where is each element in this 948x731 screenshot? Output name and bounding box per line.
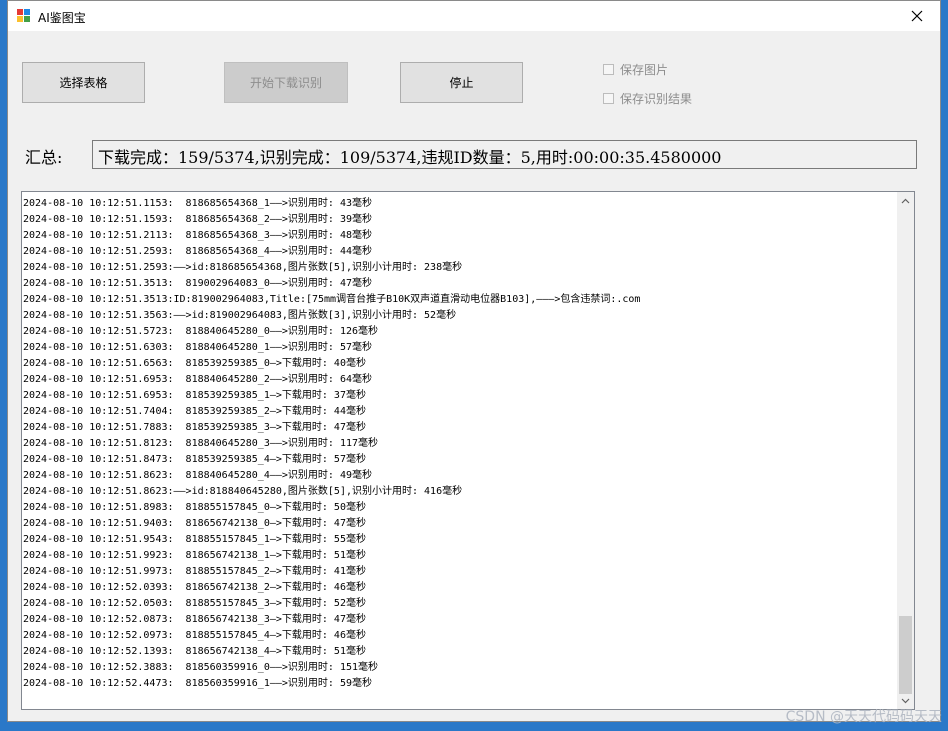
log-line: 2024-08-10 10:12:51.8623:——>id:818840645…	[23, 486, 463, 497]
title-bar: AI鉴图宝	[8, 1, 940, 31]
log-line: 2024-08-10 10:12:51.9973: 818855157845_2…	[23, 566, 366, 577]
log-line: 2024-08-10 10:12:51.7883: 818539259385_3…	[23, 422, 366, 433]
log-line: 2024-08-10 10:12:52.4473: 818560359916_1…	[23, 678, 372, 689]
log-line: 2024-08-10 10:12:51.2593:——>id:818685654…	[23, 262, 463, 273]
log-line: 2024-08-10 10:12:51.5723: 818840645280_0…	[23, 326, 379, 337]
log-line: 2024-08-10 10:12:51.6953: 818539259385_1…	[23, 390, 366, 401]
close-button[interactable]	[894, 1, 940, 31]
log-line: 2024-08-10 10:12:52.1393: 818656742138_4…	[23, 646, 366, 657]
log-line: 2024-08-10 10:12:51.8123: 818840645280_3…	[23, 438, 379, 449]
watermark: CSDN @天天代码码天天	[785, 709, 942, 725]
log-line: 2024-08-10 10:12:51.8473: 818539259385_4…	[23, 454, 366, 465]
log-line: 2024-08-10 10:12:51.9403: 818656742138_0…	[23, 518, 366, 529]
start-download-button[interactable]: 开始下载识别	[224, 62, 348, 103]
summary-textbox[interactable]: 下载完成：159/5374,识别完成：109/5374,违规ID数量：5,用时:…	[92, 140, 917, 169]
log-line: 2024-08-10 10:12:51.8623: 818840645280_4…	[23, 470, 372, 481]
log-line: 2024-08-10 10:12:51.1593: 818685654368_2…	[23, 214, 372, 225]
select-sheet-button[interactable]: 选择表格	[22, 62, 145, 103]
chevron-up-icon	[901, 198, 910, 203]
log-textarea[interactable]: 2024-08-10 10:12:51.1153: 818685654368_1…	[21, 191, 915, 710]
checkbox-box[interactable]	[603, 93, 614, 104]
vertical-scrollbar[interactable]	[897, 192, 914, 709]
window-title: AI鉴图宝	[38, 11, 86, 25]
log-line: 2024-08-10 10:12:51.9923: 818656742138_1…	[23, 550, 366, 561]
log-line: 2024-08-10 10:12:51.6303: 818840645280_1…	[23, 342, 372, 353]
close-icon	[911, 10, 923, 22]
log-line: 2024-08-10 10:12:51.3513: 819002964083_0…	[23, 278, 372, 289]
log-line: 2024-08-10 10:12:52.3883: 818560359916_0…	[23, 662, 379, 673]
save-images-label: 保存图片	[620, 63, 669, 77]
log-line: 2024-08-10 10:12:51.8983: 818855157845_0…	[23, 502, 366, 513]
log-line: 2024-08-10 10:12:51.6563: 818539259385_0…	[23, 358, 366, 369]
summary-label: 汇总:	[25, 148, 63, 167]
log-line: 2024-08-10 10:12:51.9543: 818855157845_1…	[23, 534, 366, 545]
log-line: 2024-08-10 10:12:52.0973: 818855157845_4…	[23, 630, 366, 641]
log-line: 2024-08-10 10:12:51.1153: 818685654368_1…	[23, 198, 372, 209]
stop-button[interactable]: 停止	[400, 62, 523, 103]
checkbox-box[interactable]	[603, 64, 614, 75]
save-images-checkbox[interactable]: 保存图片	[603, 61, 668, 78]
save-results-checkbox[interactable]: 保存识别结果	[603, 90, 692, 107]
log-line: 2024-08-10 10:12:52.0873: 818656742138_3…	[23, 614, 366, 625]
log-line: 2024-08-10 10:12:51.3513:ID:819002964083…	[23, 294, 641, 305]
log-line: 2024-08-10 10:12:52.0393: 818656742138_2…	[23, 582, 366, 593]
app-window: AI鉴图宝 选择表格 开始下载识别 停止 保存图片 保存识别结果 汇总: 下载完…	[7, 0, 941, 722]
scroll-up-button[interactable]	[897, 192, 914, 209]
log-line: 2024-08-10 10:12:51.2113: 818685654368_3…	[23, 230, 372, 241]
log-line: 2024-08-10 10:12:51.3563:——>id:819002964…	[23, 310, 457, 321]
save-results-label: 保存识别结果	[620, 92, 693, 106]
log-lines: 2024-08-10 10:12:51.1153: 818685654368_1…	[23, 196, 896, 692]
chevron-down-icon	[901, 698, 910, 703]
log-line: 2024-08-10 10:12:51.6953: 818840645280_2…	[23, 374, 372, 385]
log-line: 2024-08-10 10:12:52.0503: 818855157845_3…	[23, 598, 366, 609]
scroll-thumb[interactable]	[899, 616, 912, 694]
app-logo-icon	[17, 9, 31, 23]
log-line: 2024-08-10 10:12:51.7404: 818539259385_2…	[23, 406, 366, 417]
log-line: 2024-08-10 10:12:51.2593: 818685654368_4…	[23, 246, 372, 257]
